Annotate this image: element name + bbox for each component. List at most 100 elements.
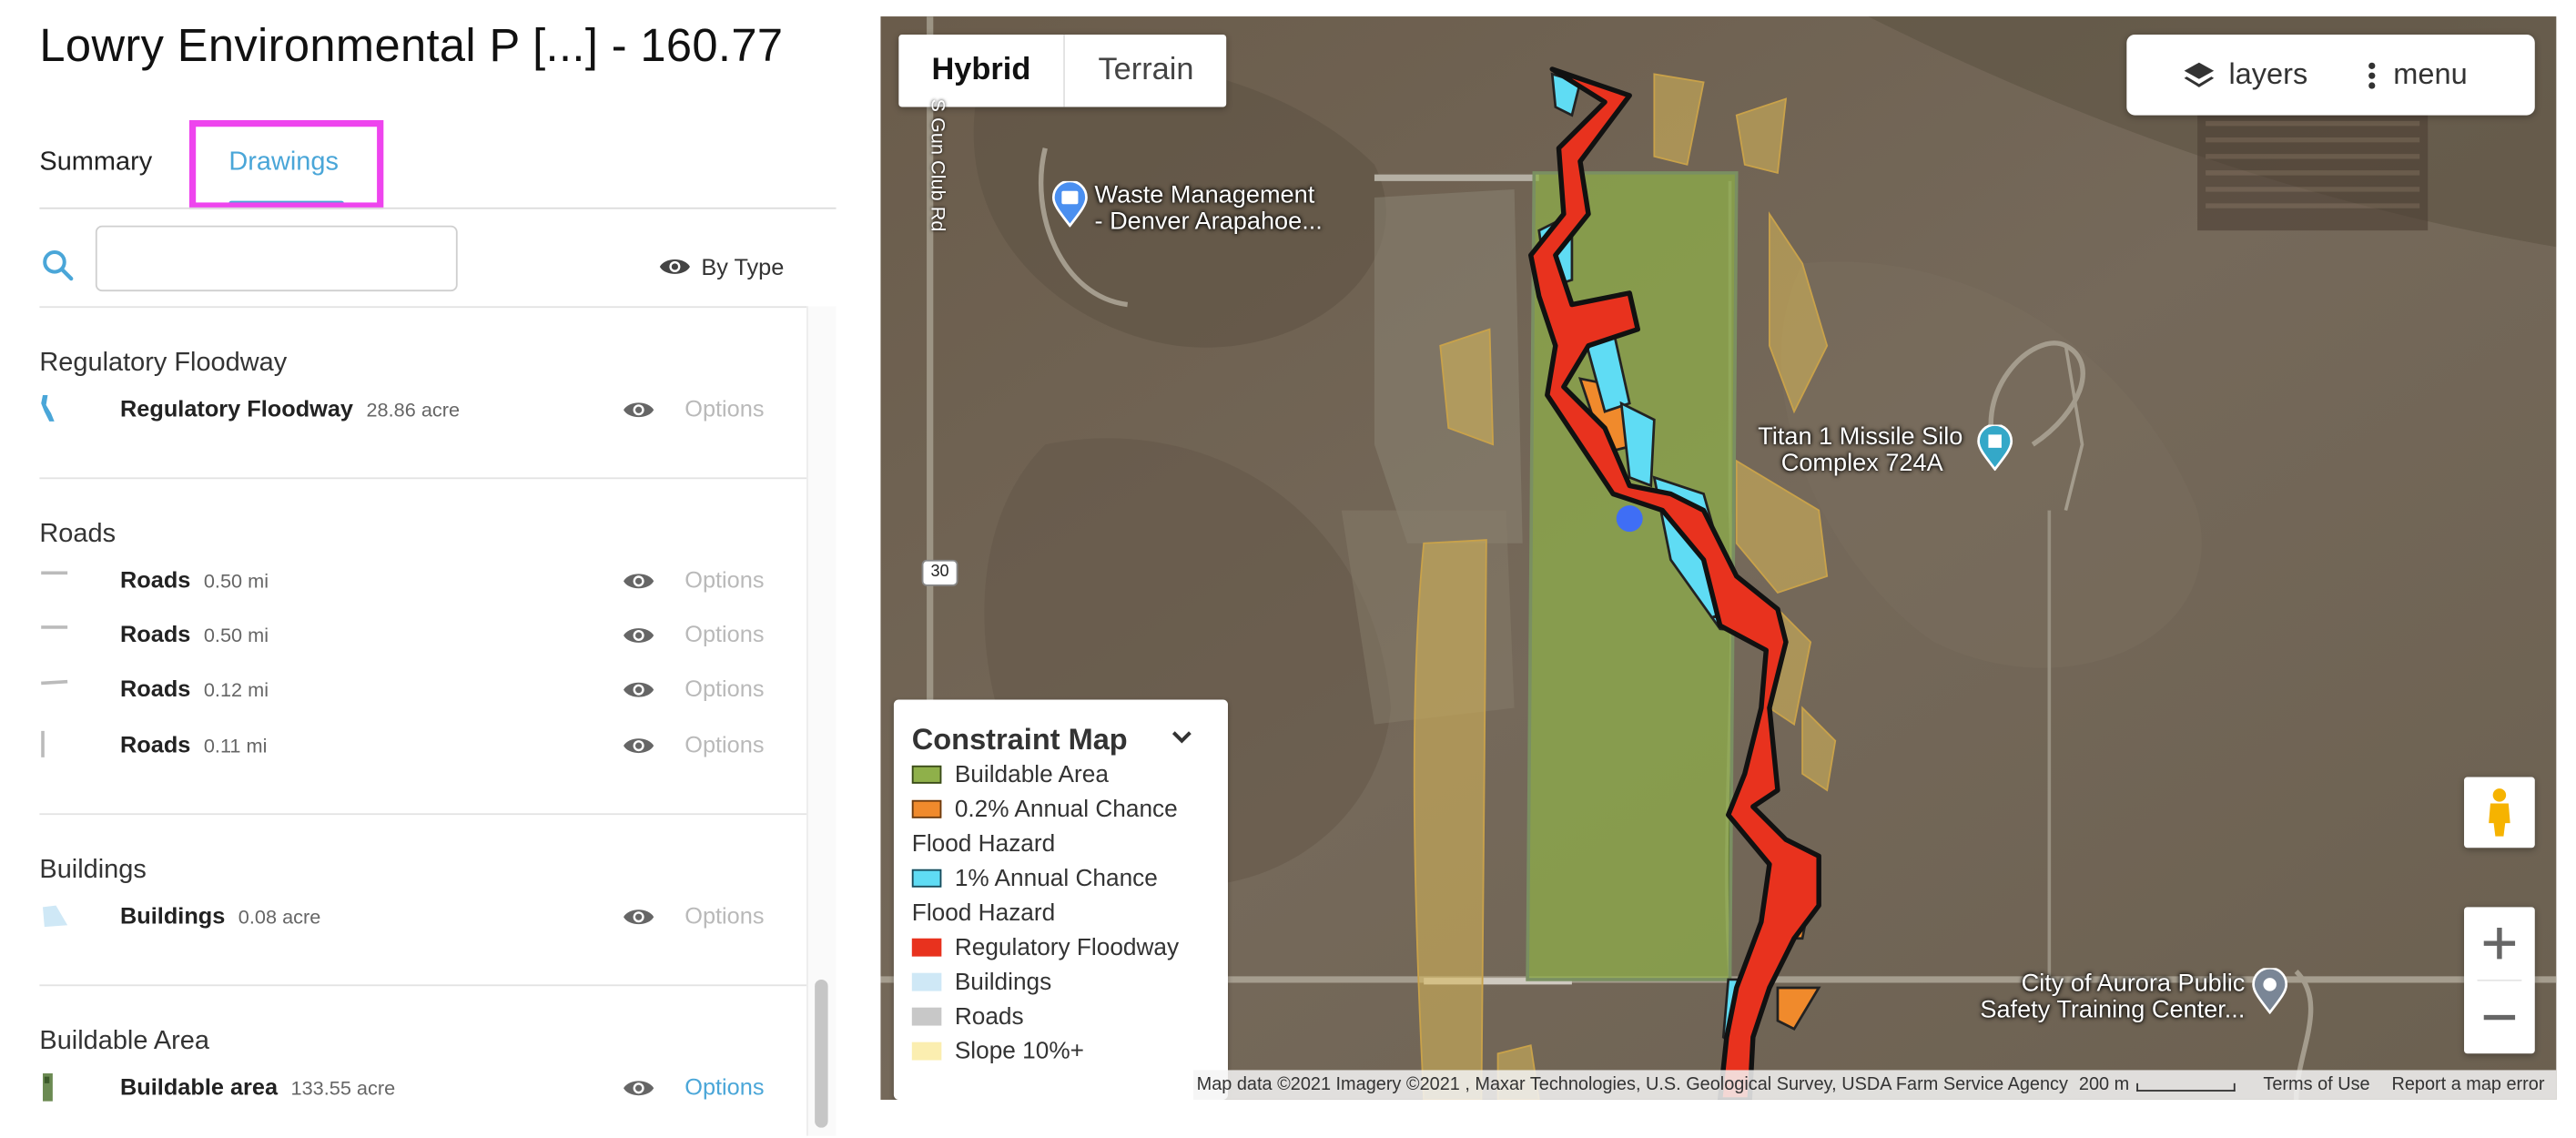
road-thumbnail-icon xyxy=(41,730,45,757)
titan-missile-pin-icon[interactable] xyxy=(1977,424,2013,472)
zoom-out-button[interactable] xyxy=(2464,981,2535,1054)
scale-label: 200 m xyxy=(2078,1074,2130,1095)
legend-swatch xyxy=(911,869,942,888)
road-thumbnail-icon xyxy=(41,679,68,686)
terms-link[interactable]: Terms of Use xyxy=(2263,1070,2369,1100)
drawing-name: Roads 0.50 mi xyxy=(120,620,269,647)
map-attribution: Map data ©2021 Imagery ©2021 , Maxar Tec… xyxy=(1193,1070,2557,1100)
aurora-training-pin-icon[interactable] xyxy=(2252,968,2288,1014)
list-item: Regulatory Floodway 28.86 acre Options xyxy=(39,391,780,430)
options-button[interactable]: Options xyxy=(685,395,764,422)
drawing-name: Roads 0.12 mi xyxy=(120,675,269,702)
drawing-name: Roads 0.11 mi xyxy=(120,730,268,757)
aurora-training-label: City of Aurora Public Safety Training Ce… xyxy=(1980,970,2246,1024)
list-scrollbar-thumb[interactable] xyxy=(815,979,828,1128)
legend-swatch xyxy=(911,972,942,991)
layers-menu-bar: layers menu xyxy=(2126,34,2535,116)
zoom-in-button[interactable] xyxy=(2464,907,2535,980)
legend-item-roads: Roads xyxy=(911,1001,1024,1035)
legend-item-0-2-percent: 0.2% Annual Chance Flood Hazard xyxy=(911,797,1178,859)
group-divider xyxy=(39,477,807,480)
legend-item-buildable: Buildable Area xyxy=(911,759,1109,794)
map-type-control: Hybrid Terrain xyxy=(898,34,1227,107)
waste-management-label: Waste Management - Denver Arapahoe... xyxy=(1094,180,1323,236)
map-type-hybrid[interactable]: Hybrid xyxy=(898,34,1066,107)
waste-management-pin-icon[interactable] xyxy=(1051,180,1089,228)
legend-swatch xyxy=(911,799,942,818)
list-item: Roads 0.50 mi Options xyxy=(39,615,780,655)
route-shield: 30 xyxy=(921,559,958,586)
project-title: Lowry Environmental P [...] - 160.77 xyxy=(39,19,784,71)
tab-highlight-box xyxy=(188,120,384,209)
pegman-icon xyxy=(2489,788,2510,837)
visibility-eye-icon[interactable] xyxy=(623,1072,655,1104)
legend-swatch xyxy=(911,1041,942,1061)
by-type-label: By Type xyxy=(701,253,785,280)
building-thumbnail-icon xyxy=(43,905,68,928)
group-title-floodway: Regulatory Floodway xyxy=(39,349,288,378)
drawings-panel: Lowry Environmental P [...] - 160.77 Sum… xyxy=(0,0,837,1136)
road-thumbnail-icon xyxy=(41,571,68,575)
drawing-measure: 28.86 acre xyxy=(366,398,461,422)
list-divider xyxy=(39,306,807,309)
list-item: Roads 0.50 mi Options xyxy=(39,562,780,601)
road-thumbnail-icon xyxy=(41,625,68,629)
layers-icon xyxy=(2184,61,2215,86)
options-button[interactable]: Options xyxy=(685,566,764,593)
options-button[interactable]: Options xyxy=(685,902,764,929)
report-error-link[interactable]: Report a map error xyxy=(2391,1070,2544,1100)
legend-swatch xyxy=(911,938,942,957)
search-input[interactable] xyxy=(95,225,458,292)
scale-bar xyxy=(2136,1082,2236,1092)
tab-summary[interactable]: Summary xyxy=(39,148,152,178)
legend-title: Constraint Map xyxy=(911,722,1128,757)
floodway-thumbnail-icon xyxy=(41,394,55,422)
titan-missile-label: Titan 1 Missile Silo Complex 724A xyxy=(1758,422,1963,478)
menu-label: menu xyxy=(2393,57,2468,91)
visibility-eye-icon[interactable] xyxy=(623,619,655,652)
drawing-name: Buildings 0.08 acre xyxy=(120,901,321,929)
group-title-buildings: Buildings xyxy=(39,856,147,885)
legend-swatch xyxy=(911,1007,942,1026)
list-item: Buildings 0.08 acre Options xyxy=(39,898,780,937)
group-title-buildable: Buildable Area xyxy=(39,1027,209,1056)
map-data-text: Map data ©2021 Imagery ©2021 , Maxar Tec… xyxy=(1196,1074,2068,1095)
drawing-name: Roads 0.50 mi xyxy=(120,566,269,593)
options-button[interactable]: Options xyxy=(685,731,764,757)
map-type-terrain[interactable]: Terrain xyxy=(1065,35,1226,107)
drawing-measure: 133.55 acre xyxy=(290,1076,396,1100)
legend-item-slope: Slope 10%+ xyxy=(911,1035,1084,1070)
visibility-eye-icon[interactable] xyxy=(623,564,655,597)
buildable-thumbnail-icon xyxy=(43,1073,53,1102)
drawing-measure: 0.50 mi xyxy=(203,569,269,593)
visibility-eye-icon[interactable] xyxy=(623,393,655,426)
drawing-name: Regulatory Floodway 28.86 acre xyxy=(120,394,461,422)
drawing-name: Buildable area 133.55 acre xyxy=(120,1073,396,1100)
options-button[interactable]: Options xyxy=(685,621,764,647)
drawing-measure: 0.11 mi xyxy=(203,734,268,757)
layers-label: layers xyxy=(2228,57,2308,91)
road-label-gun-club: S Gun Club Rd xyxy=(927,98,950,232)
street-view-pegman[interactable] xyxy=(2464,777,2535,848)
visibility-eye-icon[interactable] xyxy=(623,729,655,762)
legend-swatch xyxy=(911,765,942,784)
legend-item-floodway: Regulatory Floodway xyxy=(911,931,1179,966)
visibility-eye-icon[interactable] xyxy=(623,674,655,706)
layers-button[interactable]: layers xyxy=(2183,57,2307,92)
legend-item-1-percent: 1% Annual Chance Flood Hazard xyxy=(911,866,1158,928)
visibility-eye-icon[interactable] xyxy=(623,900,655,933)
by-type-toggle[interactable]: By Type xyxy=(658,253,784,279)
options-button[interactable]: Options xyxy=(685,1073,764,1100)
legend-item-buildings: Buildings xyxy=(911,966,1051,1001)
constraint-map-legend: Constraint Map Buildable Area 0.2% Annua… xyxy=(893,699,1228,1100)
search-icon[interactable] xyxy=(39,247,76,283)
menu-button[interactable]: menu xyxy=(2367,57,2468,92)
list-item: Roads 0.11 mi Options xyxy=(39,726,780,765)
options-button[interactable]: Options xyxy=(685,675,764,701)
chevron-down-icon[interactable] xyxy=(1171,729,1193,746)
constraint-map[interactable]: Hybrid Terrain layers menu S Gun Club Rd… xyxy=(880,16,2557,1100)
drawing-measure: 0.08 acre xyxy=(238,905,321,929)
drawing-measure: 0.12 mi xyxy=(203,678,269,702)
tabs-divider xyxy=(39,207,837,209)
list-item: Roads 0.12 mi Options xyxy=(39,670,780,709)
